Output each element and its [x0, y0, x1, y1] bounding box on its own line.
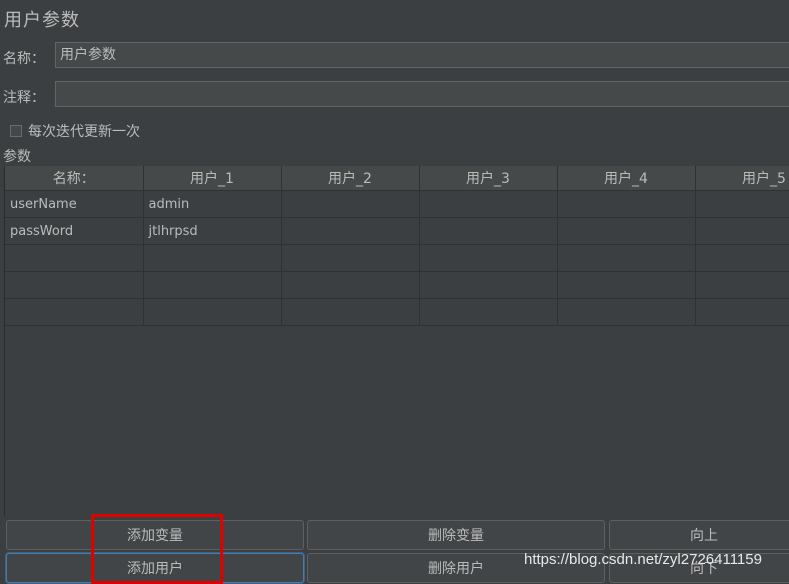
column-header[interactable]: 名称：: [5, 166, 144, 191]
table-cell[interactable]: [557, 244, 696, 272]
page-title: 用户参数: [4, 10, 80, 31]
table-cell[interactable]: [695, 190, 789, 218]
table-cell[interactable]: [557, 271, 696, 299]
column-header[interactable]: 用户_2: [281, 166, 420, 191]
table-row[interactable]: [5, 271, 789, 299]
table-cell[interactable]: [281, 217, 420, 245]
table-row[interactable]: [5, 298, 789, 326]
table-cell[interactable]: [419, 271, 558, 299]
table-cell[interactable]: [695, 271, 789, 299]
table-cell[interactable]: [281, 271, 420, 299]
table-cell[interactable]: [557, 190, 696, 218]
table-cell[interactable]: admin: [143, 190, 282, 218]
table-cell[interactable]: [5, 271, 144, 299]
table-cell[interactable]: [557, 217, 696, 245]
name-row: 名称： 用户参数: [0, 42, 789, 70]
table-cell[interactable]: [143, 271, 282, 299]
table-cell[interactable]: [419, 244, 558, 272]
table-cell[interactable]: [143, 244, 282, 272]
table-cell[interactable]: [419, 298, 558, 326]
checkbox-label: 每次迭代更新一次: [28, 124, 140, 140]
table-cell[interactable]: [5, 244, 144, 272]
parameters-table[interactable]: 名称： 用户_1 用户_2 用户_3 用户_4 用户_5 userName ad…: [4, 166, 789, 516]
table-cell[interactable]: [419, 217, 558, 245]
table-cell[interactable]: [695, 298, 789, 326]
table-cell[interactable]: [281, 298, 420, 326]
name-label: 名称：: [3, 51, 45, 67]
table-cell[interactable]: [281, 190, 420, 218]
table-row[interactable]: [5, 244, 789, 272]
update-once-per-iteration-checkbox[interactable]: 每次迭代更新一次: [10, 122, 140, 140]
column-header[interactable]: 用户_3: [419, 166, 558, 191]
table-cell[interactable]: [5, 298, 144, 326]
checkbox-icon[interactable]: [10, 125, 22, 137]
table-cell[interactable]: [557, 298, 696, 326]
table-cell[interactable]: [695, 217, 789, 245]
name-field[interactable]: 用户参数: [55, 42, 789, 68]
parameters-section-label: 参数: [3, 149, 31, 165]
comment-row: 注释：: [0, 81, 789, 109]
comment-label: 注释：: [3, 90, 45, 106]
table-cell[interactable]: jtlhrpsd: [143, 217, 282, 245]
move-up-button[interactable]: 向上: [609, 520, 789, 550]
table-header-row: 名称： 用户_1 用户_2 用户_3 用户_4 用户_5: [5, 166, 789, 191]
table-cell[interactable]: passWord: [5, 217, 144, 245]
comment-field[interactable]: [55, 81, 789, 107]
delete-variable-button[interactable]: 删除变量: [307, 520, 605, 550]
table-cell[interactable]: [281, 244, 420, 272]
table-row[interactable]: userName admin: [5, 190, 789, 218]
table-cell[interactable]: [419, 190, 558, 218]
table-cell[interactable]: userName: [5, 190, 144, 218]
column-header[interactable]: 用户_4: [557, 166, 696, 191]
table-row[interactable]: passWord jtlhrpsd: [5, 217, 789, 245]
add-user-button[interactable]: 添加用户: [6, 553, 304, 583]
add-variable-button[interactable]: 添加变量: [6, 520, 304, 550]
table-cell[interactable]: [695, 244, 789, 272]
column-header[interactable]: 用户_1: [143, 166, 282, 191]
column-header[interactable]: 用户_5: [695, 166, 789, 191]
table-cell[interactable]: [143, 298, 282, 326]
watermark-text: https://blog.csdn.net/zyl2726411159: [524, 551, 762, 568]
